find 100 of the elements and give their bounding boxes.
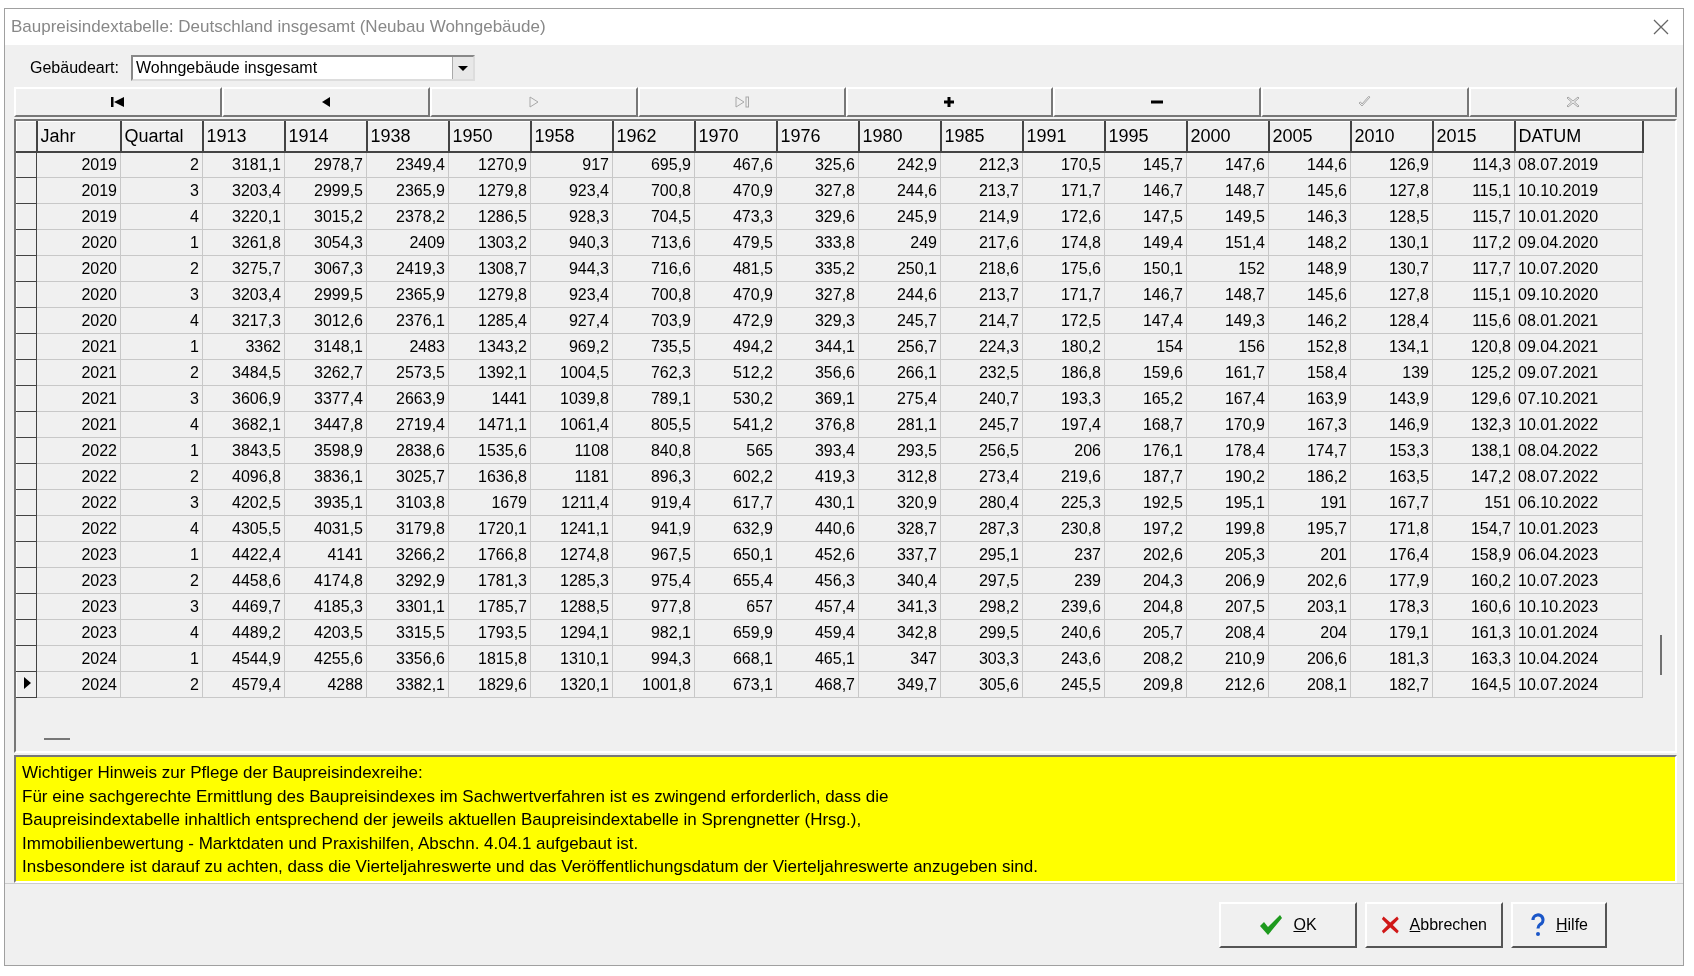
help-icon	[1530, 912, 1546, 937]
navigator-insert-button[interactable]	[845, 87, 1054, 117]
table-cell: 244,6	[858, 281, 941, 308]
row-indicator[interactable]	[16, 489, 37, 516]
column-header[interactable]: 1958	[530, 121, 613, 152]
table-cell: 214,7	[940, 307, 1023, 334]
navigator-first-button[interactable]	[14, 87, 222, 117]
row-indicator[interactable]	[16, 359, 37, 386]
row-indicator[interactable]	[16, 619, 37, 646]
column-header[interactable]: Quartal	[120, 121, 203, 152]
column-header[interactable]: 2000	[1186, 121, 1269, 152]
table-cell: 1310,1	[530, 645, 613, 672]
navigator-delete-button[interactable]	[1053, 87, 1262, 117]
column-header[interactable]: 1914	[284, 121, 367, 152]
row-indicator[interactable]	[16, 411, 37, 438]
table-cell: 146,7	[1104, 281, 1187, 308]
row-indicator[interactable]	[16, 229, 37, 256]
column-header[interactable]: 1938	[366, 121, 449, 152]
column-header[interactable]: 2005	[1268, 121, 1351, 152]
navigator-last-button[interactable]	[637, 87, 846, 117]
table-cell: 1	[120, 541, 203, 568]
column-header[interactable]: 2010	[1350, 121, 1433, 152]
column-header[interactable]: 1950	[448, 121, 531, 152]
table-cell: 1343,2	[448, 333, 531, 360]
row-indicator[interactable]	[16, 515, 37, 542]
row-indicator[interactable]	[16, 541, 37, 568]
table-cell: 177,9	[1350, 567, 1433, 594]
row-indicator[interactable]	[16, 333, 37, 360]
table-cell: 243,6	[1022, 645, 1105, 672]
column-header[interactable]: Jahr	[36, 121, 121, 152]
row-indicator[interactable]	[16, 281, 37, 308]
column-header[interactable]: 1991	[1022, 121, 1105, 152]
column-header[interactable]: 1962	[612, 121, 695, 152]
navigator-prior-button[interactable]	[221, 87, 430, 117]
row-indicator[interactable]	[16, 437, 37, 464]
row-indicator[interactable]	[16, 645, 37, 672]
table-cell: 299,5	[940, 619, 1023, 646]
table-cell: 146,9	[1350, 411, 1433, 438]
table-cell: 2378,2	[366, 203, 449, 230]
table-cell: 4	[120, 411, 203, 438]
table-cell: 2023	[36, 593, 121, 620]
column-header[interactable]: 1985	[940, 121, 1023, 152]
column-header[interactable]: 1980	[858, 121, 941, 152]
table-cell: 09.10.2020	[1514, 281, 1643, 308]
table-cell: 4096,8	[202, 463, 285, 490]
column-header[interactable]: 1976	[776, 121, 859, 152]
navigator-post-button[interactable]	[1261, 87, 1470, 117]
navigator-cancel-button[interactable]	[1469, 87, 1677, 117]
table-cell: 2019	[36, 203, 121, 230]
help-button[interactable]: Hilfe	[1511, 901, 1607, 948]
row-indicator[interactable]	[16, 671, 37, 698]
row-indicator[interactable]	[16, 385, 37, 412]
table-cell: 4031,5	[284, 515, 367, 542]
table-cell: 10.07.2020	[1514, 255, 1643, 282]
table-cell: 239	[1022, 567, 1105, 594]
row-indicator[interactable]	[16, 255, 37, 282]
table-cell: 275,4	[858, 385, 941, 412]
table-cell: 1815,8	[448, 645, 531, 672]
table-cell: 713,6	[612, 229, 695, 256]
table-cell: 156	[1186, 333, 1269, 360]
table-cell: 923,4	[530, 177, 613, 204]
table-cell: 170,5	[1022, 151, 1105, 178]
row-indicator[interactable]	[16, 567, 37, 594]
row-indicator[interactable]	[16, 593, 37, 620]
column-header[interactable]: 1913	[202, 121, 285, 152]
row-indicator[interactable]	[16, 151, 37, 178]
close-icon[interactable]	[1653, 19, 1669, 35]
building-type-dropdown[interactable]: Wohngebäude insgesamt	[130, 55, 475, 81]
ok-button[interactable]: OK	[1219, 901, 1357, 948]
table-cell: 161,7	[1186, 359, 1269, 386]
table-cell: 182,7	[1350, 671, 1433, 698]
row-indicator[interactable]	[16, 203, 37, 230]
navigator-next-button[interactable]	[429, 87, 638, 117]
table-cell: 208,4	[1186, 619, 1269, 646]
table-cell: 919,4	[612, 489, 695, 516]
table-cell: 213,7	[940, 177, 1023, 204]
table-cell: 206,9	[1186, 567, 1269, 594]
column-header[interactable]: 1995	[1104, 121, 1187, 152]
table-cell: 3148,1	[284, 333, 367, 360]
table-cell: 977,8	[612, 593, 695, 620]
table-cell: 224,3	[940, 333, 1023, 360]
column-header[interactable]: 1970	[694, 121, 777, 152]
table-cell: 145,7	[1104, 151, 1187, 178]
column-header[interactable]: DATUM	[1514, 121, 1643, 152]
table-cell: 3054,3	[284, 229, 367, 256]
row-indicator[interactable]	[16, 177, 37, 204]
table-cell: 145,6	[1268, 177, 1351, 204]
column-header[interactable]: 2015	[1432, 121, 1515, 152]
scrollbar-thumb-drawing[interactable]	[1659, 635, 1663, 675]
table-cell: 3843,5	[202, 437, 285, 464]
table-cell: 2022	[36, 489, 121, 516]
table-cell: 3	[120, 489, 203, 516]
notice-text: Insbesondere ist darauf zu achten, dass die Vierteljahreswerte und das Veröffentlichungsdatum der Vierteljahreswerte anzugeben sind.	[22, 856, 1039, 878]
row-indicator[interactable]	[16, 463, 37, 490]
table-cell: 150,1	[1104, 255, 1187, 282]
row-indicator[interactable]	[16, 307, 37, 334]
table-cell: 191	[1268, 489, 1351, 516]
table-cell: 206,6	[1268, 645, 1351, 672]
cancel-button[interactable]: Abbrechen	[1365, 901, 1503, 948]
table-cell: 2	[120, 463, 203, 490]
